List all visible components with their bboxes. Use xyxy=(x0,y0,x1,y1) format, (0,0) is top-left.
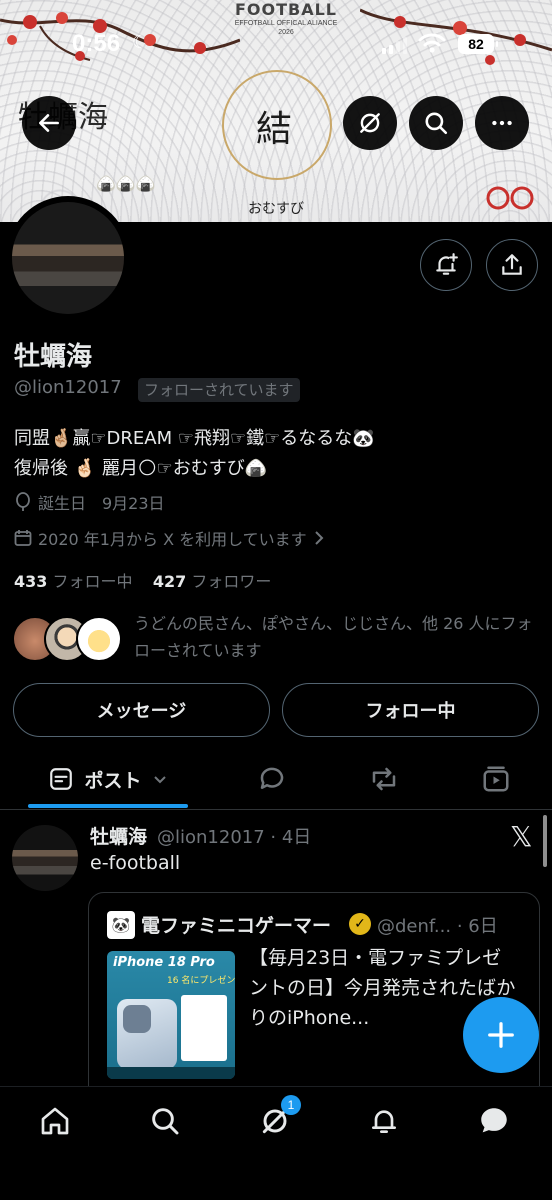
more-horizontal-icon xyxy=(492,120,512,126)
chevron-down-icon xyxy=(153,776,166,784)
grok-button[interactable] xyxy=(343,96,397,150)
followed-by-text[interactable]: うどんの民さん、ぽやさん、じじさん、他 26 人にフォローされています xyxy=(134,610,534,664)
onigiri-icon: 🍙🍙🍙 xyxy=(96,174,156,193)
moon-icon: ☾ xyxy=(132,32,149,53)
quoted-image[interactable]: iPhone 18 Pro 16 名にプレゼント xyxy=(107,951,235,1079)
calendar-icon xyxy=(14,530,32,546)
chevron-right-icon xyxy=(314,531,324,545)
tab-posts-label: ポスト xyxy=(84,769,142,792)
wifi-icon xyxy=(418,33,446,53)
post-author-name[interactable]: 牡蠣海 xyxy=(90,822,147,849)
home-icon xyxy=(41,1107,69,1135)
post-tab-icon xyxy=(50,768,73,790)
quoted-author-name: 電ファミニコゲーマー xyxy=(141,915,332,937)
bio-line: 復帰後 🤞🏻 麗月🌕☞おむすび🍙 xyxy=(14,458,268,479)
followers-count: 427 xyxy=(152,572,187,591)
notify-button[interactable] xyxy=(420,239,472,291)
post-author-handle: @lion12017 · 4日 xyxy=(157,827,312,848)
grok-icon xyxy=(360,113,380,133)
avatar-image xyxy=(12,202,124,314)
profile-name: 牡蠣海 xyxy=(14,342,93,372)
mizuhiki-knot-decoration xyxy=(486,186,534,210)
post-text: e-football xyxy=(90,852,181,874)
banner-bottom-text: おむすび xyxy=(248,201,304,217)
quoted-avatar-icon: 🐼 xyxy=(107,911,135,939)
profile-tabs: ポスト xyxy=(0,750,552,810)
nav-search[interactable] xyxy=(135,1101,195,1141)
following-count: 433 xyxy=(14,572,48,591)
brand-logo: FOOTBALL xyxy=(234,0,337,19)
post-avatar[interactable] xyxy=(12,825,78,891)
bell-icon xyxy=(372,1110,396,1133)
repost-icon xyxy=(372,767,396,791)
bio-line: 同盟🤞🏼贏☞DREAM ☞飛翔☞鐵☞るなるな🐼 xyxy=(14,428,375,449)
quoted-author-handle: @denf... · 6日 xyxy=(377,916,498,937)
info-card-illustration xyxy=(181,995,227,1061)
nav-messages[interactable] xyxy=(464,1101,524,1141)
image-footer-bar xyxy=(107,1067,235,1079)
message-button[interactable]: メッセージ xyxy=(13,683,270,737)
followers-link[interactable]: 427 フォロワー xyxy=(153,572,272,591)
nav-grok[interactable]: 1 xyxy=(245,1095,305,1141)
bottom-navigation: 1 xyxy=(0,1086,552,1200)
follow-counts: 433 フォロー中 427 フォロワー xyxy=(14,568,271,592)
profile-handle: @lion12017 xyxy=(14,377,122,398)
banner-center-kanji: 結 xyxy=(256,109,293,150)
following-link[interactable]: 433 フォロー中 xyxy=(14,572,133,591)
balloon-icon xyxy=(16,492,30,511)
tab-media[interactable] xyxy=(466,750,526,808)
birthday-row: 誕生日 9月23日 xyxy=(14,490,165,514)
compose-post-button[interactable] xyxy=(463,997,539,1073)
following-label: フォロー中 xyxy=(52,572,133,591)
iphone-illustration xyxy=(117,999,177,1069)
back-button[interactable] xyxy=(22,96,76,150)
share-icon xyxy=(502,254,522,275)
nav-home[interactable] xyxy=(25,1101,85,1141)
status-time: 0:56 xyxy=(72,30,121,57)
active-tab-indicator xyxy=(28,804,188,808)
tab-replies[interactable] xyxy=(242,750,302,808)
battery-indicator: 82 xyxy=(458,34,498,54)
bell-plus-icon xyxy=(436,253,458,275)
quoted-image-subtitle: 16 名にプレゼント xyxy=(167,976,235,986)
verified-badge-icon: ✓ xyxy=(349,913,371,935)
quoted-image-title: iPhone 18 Pro xyxy=(113,955,215,970)
notification-badge: 1 xyxy=(281,1095,301,1115)
video-icon xyxy=(483,766,509,792)
profile-banner[interactable]: FOOTBALL EFFOTBALL OFFICAL ALIANCE 2026 … xyxy=(0,0,552,222)
scrollbar[interactable] xyxy=(543,815,547,867)
status-bar: 0:56 ☾ 82 xyxy=(0,28,552,64)
plus-icon xyxy=(488,1022,514,1048)
quoted-post[interactable]: 🐼 電ファミニコゲーマー ✓ @denf... · 6日 iPhone 18 P… xyxy=(88,892,540,1102)
cellular-signal-icon xyxy=(382,36,407,54)
tab-posts[interactable]: ポスト xyxy=(28,750,188,808)
joined-row[interactable]: 2020 年1月から X を利用しています xyxy=(14,526,325,550)
follower-avatar xyxy=(76,616,122,662)
search-button[interactable] xyxy=(409,96,463,150)
nav-notifications[interactable] xyxy=(354,1101,414,1141)
more-options-button[interactable] xyxy=(475,96,529,150)
search-icon xyxy=(152,1108,179,1135)
follows-you-badge: フォローされています xyxy=(138,378,300,402)
reply-icon xyxy=(260,767,284,789)
birthday-text: 誕生日 9月23日 xyxy=(38,494,165,513)
chat-bubble-icon xyxy=(481,1108,507,1133)
arrow-left-icon xyxy=(39,114,59,132)
search-icon xyxy=(425,112,448,135)
tab-reposts[interactable] xyxy=(354,750,414,808)
profile-avatar[interactable] xyxy=(6,196,130,320)
joined-text: 2020 年1月から X を利用しています xyxy=(38,530,307,549)
followers-label: フォロワー xyxy=(191,572,272,591)
brand-line: EFFOTBALL OFFICAL ALIANCE xyxy=(234,20,338,27)
x-logo-icon: 𝕏 xyxy=(510,820,533,853)
following-button[interactable]: フォロー中 xyxy=(282,683,539,737)
share-button[interactable] xyxy=(486,239,538,291)
